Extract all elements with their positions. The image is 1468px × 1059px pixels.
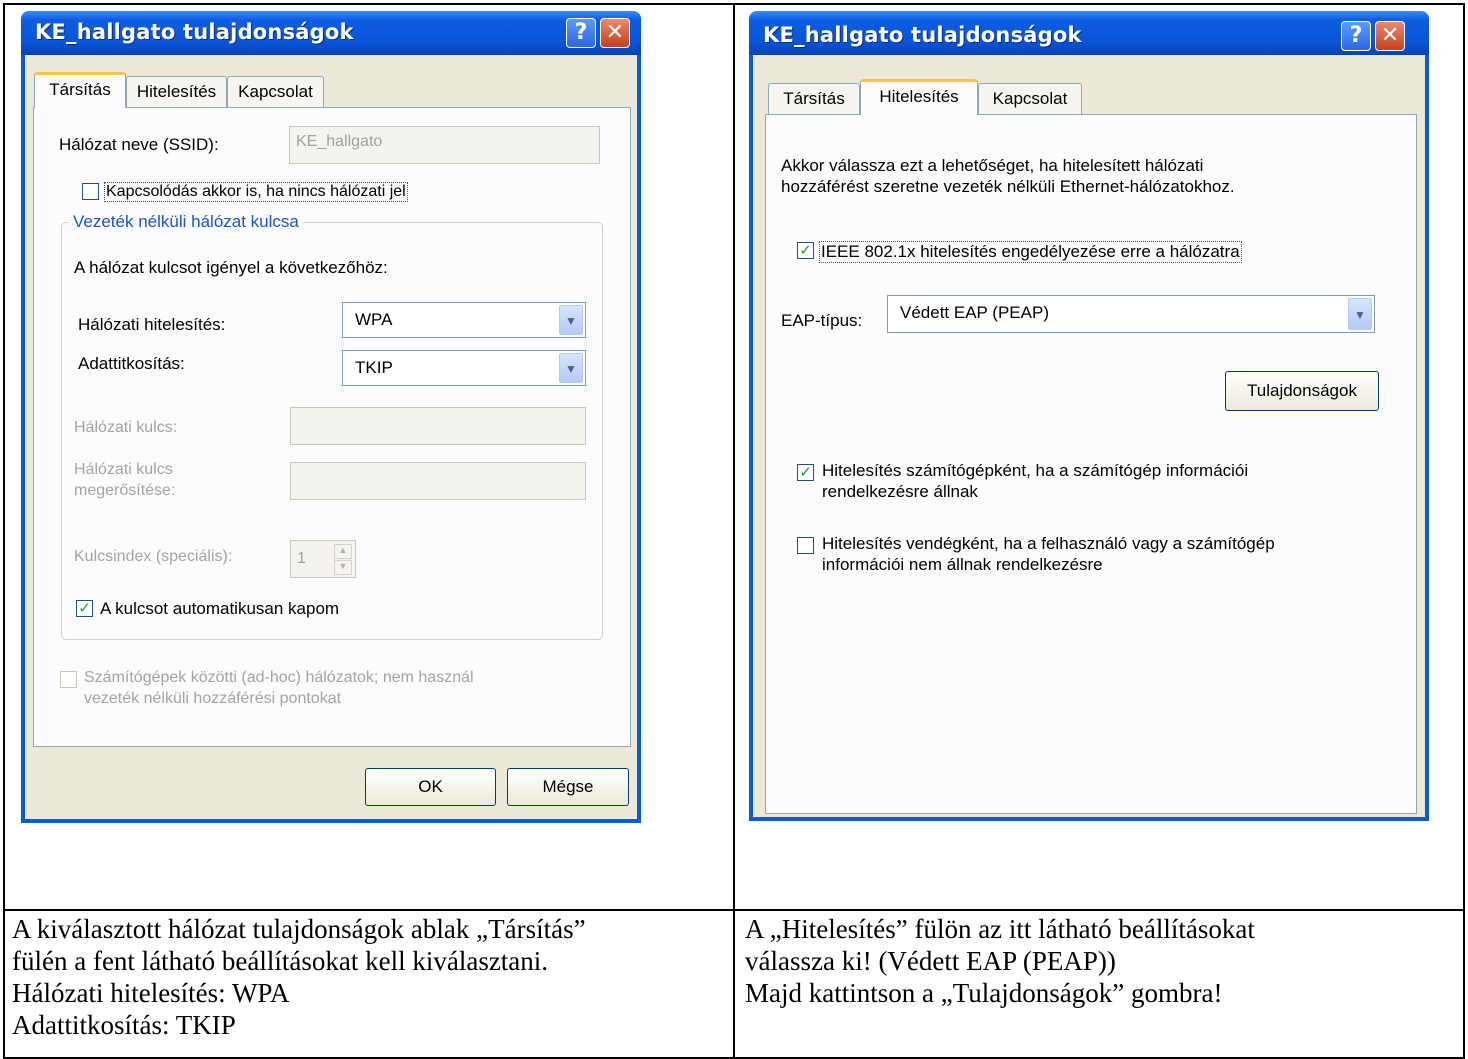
right-dialog-titlebar[interactable]: KE_hallgato tulajdonságok ? ✕ [749,11,1429,55]
chevron-down-icon: ▼ [1348,298,1372,330]
left-tab-panel: Hálózat neve (SSID): KE_hallgato Kapcsol… [33,107,631,747]
intro-line-2: hozzáférést szeretne vezeték nélküli Eth… [781,177,1235,196]
adhoc-checkbox[interactable] [60,671,77,688]
auto-key-checkbox[interactable]: ✓ [76,600,93,617]
encryption-value: TKIP [355,358,393,377]
encryption-select[interactable]: TKIP ▼ [342,350,586,386]
key-index-spinner[interactable]: 1 ▲ ▼ [290,540,356,578]
chevron-down-icon: ▼ [559,305,583,335]
properties-button[interactable]: Tulajdonságok [1225,371,1379,411]
auth-label: Hálózati hitelesítés: [78,315,226,334]
eap-type-value: Védett EAP (PEAP) [900,303,1049,322]
computer-auth-line-1: Hitelesítés számítógépként, ha a számító… [822,461,1249,480]
right-dialog-title: KE_hallgato tulajdonságok [763,23,1082,47]
right-dialog-window: KE_hallgato tulajdonságok ? ✕ Társítás H… [749,11,1429,821]
caption-left-line: Adattitkosítás: TKIP [12,1010,236,1040]
right-tab-panel: Akkor válassza ezt a lehetőséget, ha hit… [765,114,1417,814]
ok-button[interactable]: OK [365,768,496,806]
wireless-key-group-title: Vezeték nélküli hálózat kulcsa [69,212,303,232]
caption-right: A „Hitelesítés” fülön az itt látható beá… [745,913,1255,1009]
key-index-label: Kulcsindex (speciális): [74,548,233,565]
confirm-key-label-2: megerősítése: [74,482,176,499]
ieee-8021x-checkbox[interactable]: ✓ [797,242,814,259]
guest-auth-checkbox[interactable] [797,537,814,554]
ssid-value: KE_hallgato [296,133,383,150]
left-dialog-body: Társítás Hitelesítés Kapcsolat Hálózat n… [25,55,637,819]
cancel-button[interactable]: Mégse [507,768,629,806]
caption-left-line: Hálózati hitelesítés: WPA [12,978,290,1008]
key-index-value: 1 [297,550,306,567]
tab-tarsitas[interactable]: Társítás [768,83,860,115]
help-button[interactable]: ? [1341,21,1371,51]
network-key-input[interactable] [290,407,586,445]
auth-select[interactable]: WPA ▼ [342,302,586,338]
caption-right-line: A „Hitelesítés” fülön az itt látható beá… [745,914,1255,944]
help-button[interactable]: ? [566,18,596,48]
auto-key-label: A kulcsot automatikusan kapom [100,599,340,618]
tab-hitelesites[interactable]: Hitelesítés [860,79,978,115]
ieee-8021x-label: IEEE 802.1x hitelesítés engedélyezése er… [819,241,1242,263]
adhoc-label-line-1: Számítógépek közötti (ad-hoc) hálózatok;… [84,669,474,686]
chevron-down-icon: ▼ [559,353,583,383]
ssid-input[interactable]: KE_hallgato [289,126,600,164]
intro-line-1: Akkor válassza ezt a lehetőséget, ha hit… [781,156,1204,175]
caption-left: A kiválasztott hálózat tulajdonságok abl… [12,913,586,1041]
connect-without-broadcast-label: Kapcsolódás akkor is, ha nincs hálózati … [104,182,408,202]
left-dialog-window: KE_hallgato tulajdonságok ? ✕ Társítás H… [21,11,641,823]
spin-down-icon[interactable]: ▼ [334,560,352,575]
spin-up-icon[interactable]: ▲ [334,544,352,559]
computer-auth-checkbox[interactable]: ✓ [797,464,814,481]
tab-hitelesites[interactable]: Hitelesítés [126,76,227,108]
connect-without-broadcast-checkbox[interactable] [82,183,99,200]
confirm-key-input[interactable] [290,462,586,500]
auth-value: WPA [355,310,393,329]
tab-tarsitas[interactable]: Társítás [34,72,126,108]
computer-auth-line-2: rendelkezésre állnak [822,482,978,501]
right-dialog-body: Társítás Hitelesítés Kapcsolat Akkor vál… [753,55,1425,817]
guest-auth-line-1: Hitelesítés vendégként, ha a felhasználó… [822,534,1275,553]
close-button[interactable]: ✕ [1375,21,1405,51]
eap-type-label: EAP-típus: [781,311,863,330]
caption-right-line: Majd kattintson a „Tulajdonságok” gombra… [745,978,1223,1008]
caption-left-line: fülén a fent látható beállításokat kell … [12,946,549,976]
confirm-key-label-1: Hálózati kulcs [74,461,173,478]
adhoc-label-line-2: vezeték nélküli hozzáférési pontokat [84,690,342,707]
key-required-text: A hálózat kulcsot igényel a következőhöz… [74,258,388,277]
left-dialog-titlebar[interactable]: KE_hallgato tulajdonságok ? ✕ [21,11,641,55]
caption-left-line: A kiválasztott hálózat tulajdonságok abl… [12,914,586,944]
close-button[interactable]: ✕ [600,18,630,48]
ssid-label: Hálózat neve (SSID): [59,135,219,154]
guest-auth-line-2: információi nem állnak rendelkezésre [822,555,1103,574]
tab-kapcsolat[interactable]: Kapcsolat [978,83,1082,115]
eap-type-select[interactable]: Védett EAP (PEAP) ▼ [887,295,1375,333]
encryption-label: Adattitkosítás: [78,354,185,373]
tab-kapcsolat[interactable]: Kapcsolat [227,76,324,108]
caption-right-line: válassza ki! (Védett EAP (PEAP)) [745,946,1116,976]
network-key-label: Hálózati kulcs: [74,419,178,436]
left-dialog-title: KE_hallgato tulajdonságok [35,20,354,44]
